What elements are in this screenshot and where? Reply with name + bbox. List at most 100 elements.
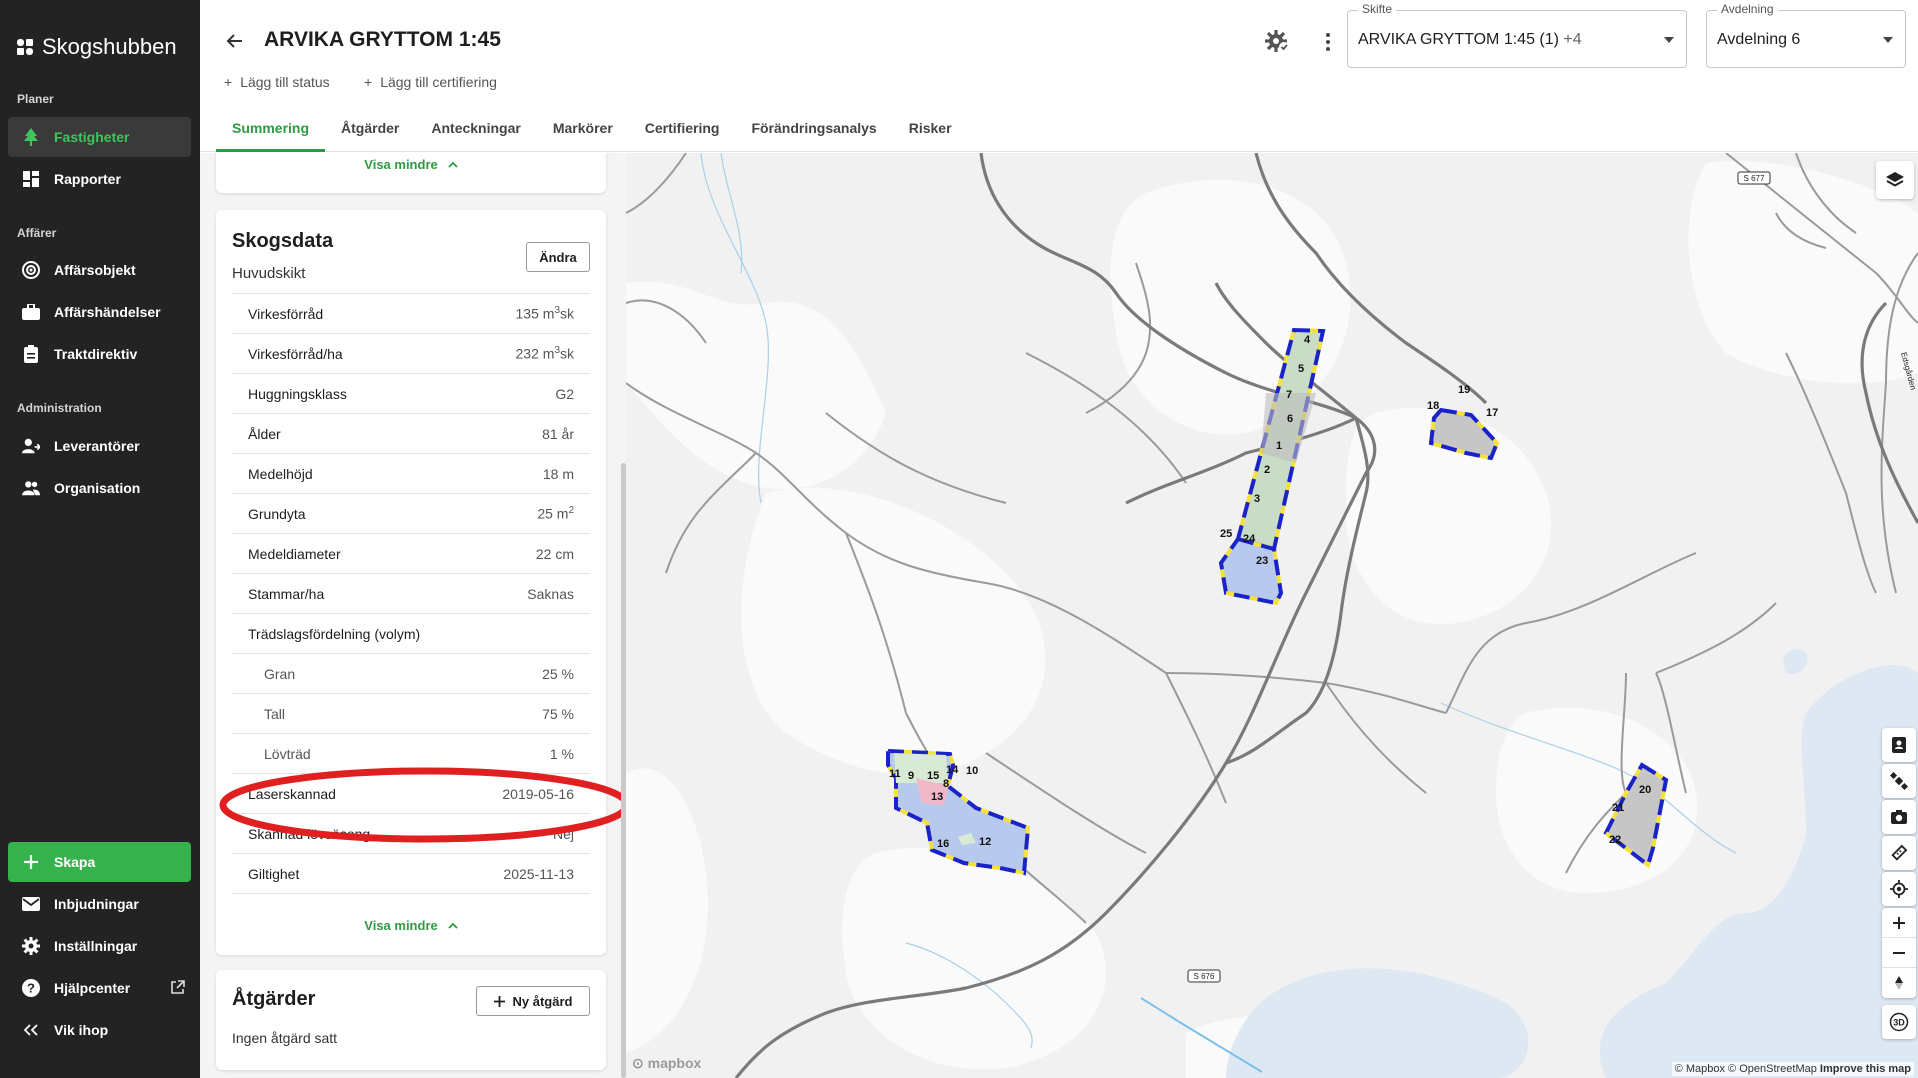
table-row: Giltighet 2025-11-13 (232, 853, 590, 893)
road-label-s676: S 676 (1194, 972, 1215, 981)
stand-number: 14 (946, 764, 959, 776)
back-button[interactable] (222, 28, 248, 54)
add-status-link[interactable]: + Lägg till status (224, 74, 330, 90)
map-view[interactable]: S 677 S 676 Edsgården 4 5 7 6 1 2 3 25 2… (626, 153, 1918, 1078)
sidebar-item-label: Rapporter (54, 171, 121, 187)
avdelning-value: Avdelning 6 (1717, 31, 1801, 48)
sidebar-item-hjalpcenter[interactable]: ? Hjälpcenter (8, 968, 191, 1008)
improve-map-link[interactable]: Improve this map (1820, 1063, 1911, 1075)
toggle-3d-button[interactable]: 3D (1882, 1005, 1916, 1039)
row-value-text: 232 m (515, 345, 555, 362)
section-title-affarer: Affärer (17, 226, 57, 240)
row-value-text: Saknas (527, 585, 574, 602)
more-options-button[interactable] (1322, 28, 1334, 56)
table-row: Medeldiameter 22 cm (232, 533, 590, 573)
map-canvas[interactable]: S 677 S 676 Edsgården 4 5 7 6 1 2 3 25 2… (626, 153, 1918, 1078)
row-value: Saknas (527, 586, 574, 602)
highlight-ellipse (219, 767, 626, 843)
zoom-in-button[interactable] (1882, 908, 1916, 938)
tab-risker[interactable]: Risker (893, 108, 968, 152)
compass-button[interactable] (1882, 968, 1916, 998)
table-row: Stammar/ha Saknas (232, 573, 590, 613)
avdelning-label: Avdelning (1717, 2, 1778, 16)
stand-number: 1 (1276, 440, 1282, 452)
sidebar-item-installningar[interactable]: Inställningar (8, 926, 191, 966)
mapbox-logo[interactable]: ⊙ mapbox (632, 1055, 701, 1072)
clipboard-icon (22, 345, 40, 363)
layers-button[interactable] (1876, 161, 1914, 199)
dashboard-icon (22, 170, 40, 188)
sidebar-collapse-button[interactable]: Vik ihop (8, 1010, 191, 1050)
edit-skogsdata-button[interactable]: Ändra (526, 242, 590, 272)
attribution-text[interactable]: © Mapbox © OpenStreetMap (1675, 1063, 1817, 1075)
stand-number: 23 (1256, 555, 1268, 567)
app-logo[interactable]: Skogshubben (16, 34, 177, 60)
tab-certifiering[interactable]: Certifiering (629, 108, 736, 152)
stand-number: 9 (908, 770, 914, 782)
sidebar-item-affarsobjekt[interactable]: Affärsobjekt (8, 250, 191, 290)
sidebar-item-inbjudningar[interactable]: Inbjudningar (8, 884, 191, 924)
map-attribution: © Mapbox © OpenStreetMap Improve this ma… (1671, 1062, 1914, 1076)
measure-button[interactable] (1882, 836, 1916, 870)
row-value-unit-suffix: sk (560, 345, 574, 362)
arrow-left-icon (226, 34, 242, 48)
sidebar-item-leverantorer[interactable]: Leverantörer (8, 426, 191, 466)
locate-button[interactable] (1882, 872, 1916, 906)
property-settings-button[interactable] (1263, 27, 1291, 55)
zoom-out-button[interactable] (1882, 938, 1916, 968)
kebab-icon (1326, 33, 1330, 51)
sidebar-item-fastigheter[interactable]: Fastigheter (8, 117, 191, 157)
satellite-button[interactable] (1882, 764, 1916, 798)
sidebar-item-rapporter[interactable]: Rapporter (8, 159, 191, 199)
row-value: 2025-11-13 (503, 866, 574, 882)
skogsdata-subtitle: Huvudskikt (232, 265, 306, 282)
plus-icon: + (224, 74, 233, 90)
svg-text:?: ? (27, 981, 35, 996)
logo-icon (17, 39, 33, 55)
avdelning-select[interactable]: Avdelning Avdelning 6 (1706, 2, 1906, 68)
row-label: Trädslagsfördelning (volym) (248, 625, 421, 642)
ruler-icon (1891, 844, 1908, 861)
show-less-button[interactable]: Visa mindre (216, 157, 606, 172)
tab-anteckningar[interactable]: Anteckningar (415, 108, 536, 152)
table-row: Gran 25 % (232, 653, 590, 693)
row-value: 75 % (542, 706, 574, 722)
row-label: Grundyta (248, 505, 306, 522)
supplier-icon (22, 437, 40, 455)
sidebar-item-traktdirektiv[interactable]: Traktdirektiv (8, 334, 191, 374)
stand-number: 19 (1458, 384, 1470, 396)
stand-number: 4 (1304, 334, 1311, 346)
tab-bar: Summering Åtgärder Anteckningar Markörer… (216, 108, 968, 152)
skifte-select[interactable]: Skifte ARVIKA GRYTTOM 1:45 (1) +4 (1347, 2, 1687, 68)
stand-number: 8 (943, 778, 949, 790)
plus-icon: + (364, 74, 373, 90)
row-value-text: 81 år (542, 425, 574, 442)
tab-forandringsanalys[interactable]: Förändringsanalys (735, 108, 892, 152)
new-action-button[interactable]: Ny åtgärd (476, 986, 590, 1016)
row-label: Medeldiameter (248, 545, 341, 562)
row-value: 25 m2 (537, 505, 574, 522)
chevron-up-icon (448, 161, 458, 168)
row-label: Stammar/ha (248, 585, 325, 602)
sidebar-item-label: Hjälpcenter (54, 980, 131, 996)
stand-number: 15 (927, 770, 939, 782)
sidebar-item-affarshandelser[interactable]: Affärshändelser (8, 292, 191, 332)
row-value: 22 cm (536, 546, 574, 562)
screenshot-button[interactable] (1882, 800, 1916, 834)
sidebar-item-organisation[interactable]: Organisation (8, 468, 191, 508)
row-value: 18 m (543, 466, 574, 482)
tab-atgarder[interactable]: Åtgärder (325, 108, 415, 152)
atgarder-card: Åtgärder Ny åtgärd Ingen åtgärd satt (216, 970, 606, 1070)
plus-icon (493, 995, 505, 1007)
tab-markorer[interactable]: Markörer (537, 108, 629, 152)
contact-card-button[interactable] (1882, 728, 1916, 762)
create-button[interactable]: Skapa (8, 842, 191, 882)
table-row: Virkesförråd 135 m3sk (232, 293, 590, 333)
show-less-button[interactable]: Visa mindre (216, 918, 606, 933)
skifte-extra-count: +4 (1563, 31, 1582, 48)
add-certification-link[interactable]: + Lägg till certifiering (364, 74, 497, 90)
road-shield-s676: S 676 (1187, 969, 1221, 983)
chevron-up-icon (448, 922, 458, 929)
tab-summering[interactable]: Summering (216, 108, 326, 152)
row-label: Virkesförråd (248, 305, 324, 322)
